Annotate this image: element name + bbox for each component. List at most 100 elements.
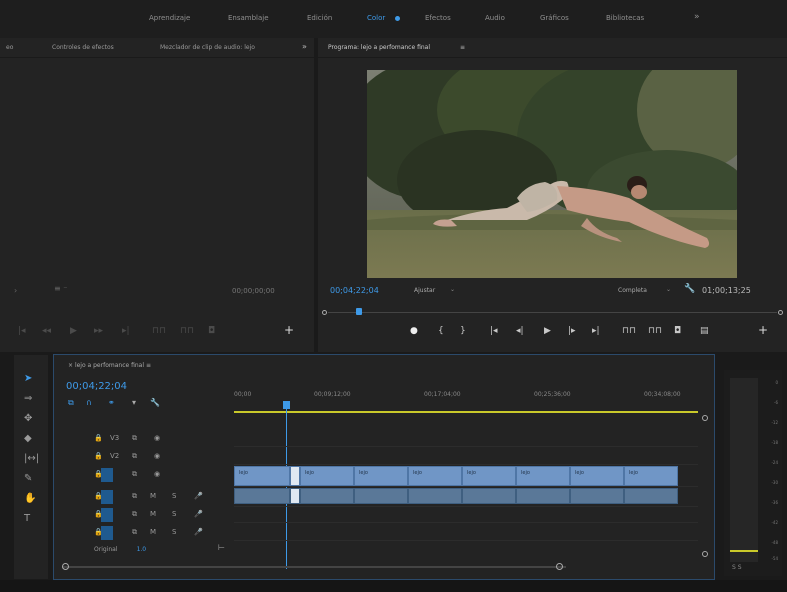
timeline-timecode[interactable]: 00;04;22;04 [66, 381, 127, 392]
source-settings-icon[interactable]: ≡ ⁻ [54, 284, 67, 293]
ripple-edit-tool-icon[interactable]: ✥ [24, 413, 32, 424]
comparison-view-icon[interactable]: ▤ [700, 326, 709, 336]
track-a1-lane[interactable] [234, 487, 698, 507]
audio-clip[interactable] [408, 488, 462, 504]
program-title[interactable]: Programa: lejo a perfomance final [328, 44, 430, 51]
audio-clip-selected[interactable] [290, 488, 300, 504]
workspace-edicion[interactable]: Edición [307, 14, 332, 22]
lift-icon[interactable]: ⊓⊓ [622, 326, 636, 336]
src-step-fwd-icon[interactable]: ▸▸ [94, 326, 103, 336]
track-a2-lane[interactable] [234, 507, 698, 523]
audio-clip[interactable] [624, 488, 678, 504]
audio-clip[interactable] [300, 488, 354, 504]
razor-tool-icon[interactable]: ◆ [24, 433, 32, 444]
src-insert-icon[interactable]: ⊓⊓ [152, 326, 166, 336]
video-clip[interactable]: lejo [462, 466, 516, 486]
step-back-icon[interactable]: ◂| [516, 326, 524, 336]
workspace-efectos[interactable]: Efectos [425, 14, 451, 22]
tab-audio-clip-mixer[interactable]: Mezclador de clip de audio: lejo [160, 44, 255, 51]
hand-tool-icon[interactable]: ✋ [24, 493, 36, 504]
fit-dropdown-chevron-icon[interactable]: ⌄ [450, 286, 455, 293]
track-target-a3[interactable] [101, 526, 113, 540]
go-to-out-icon[interactable]: ▸| [592, 326, 600, 336]
video-clip[interactable]: lejo [624, 466, 678, 486]
workspace-graficos[interactable]: Gráficos [540, 14, 569, 22]
pen-tool-icon[interactable]: ✎ [24, 473, 32, 484]
extract-icon[interactable]: ⊓⊓ [648, 326, 662, 336]
workspace-ensamblaje[interactable]: Ensamblaje [228, 14, 269, 22]
go-to-in-icon[interactable]: |◂ [490, 326, 498, 336]
audio-clip[interactable] [570, 488, 624, 504]
workspace-color[interactable]: Color [367, 14, 385, 22]
tab-stub[interactable]: eo [6, 44, 13, 51]
sync-icon[interactable]: ⧉ [132, 434, 137, 443]
nest-icon[interactable]: ⧉ [68, 398, 74, 408]
workspace-bibliotecas[interactable]: Bibliotecas [606, 14, 644, 22]
zoom-left-handle[interactable] [62, 563, 69, 570]
mark-out-icon[interactable]: } [460, 326, 466, 336]
snap-icon[interactable]: ∩ [86, 398, 92, 407]
add-marker-icon[interactable]: ● [410, 326, 418, 336]
track-a3-lane[interactable] [234, 525, 698, 541]
audio-clip[interactable] [462, 488, 516, 504]
add-button-icon[interactable]: + [758, 323, 768, 337]
mic-icon[interactable]: 🎤 [194, 510, 203, 518]
add-marker-timeline-icon[interactable]: ▾ [132, 398, 136, 407]
play-icon[interactable]: ▶ [544, 326, 551, 336]
video-clip[interactable]: lejo [234, 466, 290, 486]
more-workspaces-icon[interactable]: » [694, 12, 700, 22]
step-forward-icon[interactable]: |▸ [568, 326, 576, 336]
video-clip[interactable]: lejo [408, 466, 462, 486]
video-clip[interactable]: lejo [354, 466, 408, 486]
type-tool-icon[interactable]: T [24, 513, 30, 524]
master-track-icon[interactable]: ⊢ [218, 543, 225, 552]
program-playhead[interactable] [356, 308, 362, 315]
wrench-icon[interactable]: 🔧 [684, 284, 695, 294]
timeline-settings-icon[interactable]: 🔧 [150, 398, 160, 407]
track-v2-lane[interactable] [234, 449, 698, 465]
track-target-a1[interactable] [101, 490, 113, 504]
linked-selection-icon[interactable]: ⚭ [108, 398, 115, 407]
timeline-zoom-scrollbar[interactable] [62, 563, 706, 571]
eye-icon[interactable]: ◉ [154, 470, 160, 478]
src-add-button-icon[interactable]: + [284, 323, 294, 337]
workspace-audio[interactable]: Audio [485, 14, 505, 22]
audio-clip[interactable] [234, 488, 290, 504]
video-clip[interactable]: lejo [570, 466, 624, 486]
export-frame-icon[interactable]: ◘ [674, 326, 681, 336]
src-overwrite-icon[interactable]: ⊓⊓ [180, 326, 194, 336]
mic-icon[interactable]: 🎤 [194, 492, 203, 500]
src-export-frame-icon[interactable]: ◘ [208, 326, 215, 336]
quality-dropdown-chevron-icon[interactable]: ⌄ [666, 286, 671, 293]
program-timecode[interactable]: 00;04;22;04 [330, 286, 379, 295]
track-v3-lane[interactable] [234, 431, 698, 447]
timeline-tab[interactable]: × lejo a perfomance final ≡ [68, 362, 151, 369]
src-play-icon[interactable]: ▶ [70, 326, 77, 336]
time-ruler[interactable]: 00;00 00;09;12;00 00;17;04;00 00;25;36;0… [234, 383, 698, 413]
track-v1-lane[interactable]: lejo lejo lejo lejo lejo lejo lejo lejo [234, 465, 698, 487]
vertical-scroll-handle-bottom[interactable] [702, 551, 708, 557]
panel-overflow-icon[interactable]: » [302, 42, 307, 51]
eye-icon[interactable]: ◉ [154, 452, 160, 460]
video-clip[interactable]: lejo [516, 466, 570, 486]
track-select-tool-icon[interactable]: ⇒ [24, 393, 32, 404]
source-arrow-icon[interactable]: › [14, 286, 17, 295]
src-mark-out-icon[interactable]: ▸| [122, 326, 130, 336]
vertical-scroll-handle[interactable] [702, 415, 708, 421]
audio-clip[interactable] [354, 488, 408, 504]
video-clip-selected[interactable] [290, 466, 300, 486]
tab-effect-controls[interactable]: Controles de efectos [52, 44, 114, 51]
program-scrubber[interactable] [322, 308, 783, 316]
audio-clip[interactable] [516, 488, 570, 504]
lock-icon[interactable]: 🔒 [94, 434, 103, 442]
src-mark-in-icon[interactable]: |◂ [18, 326, 26, 336]
src-step-back-icon[interactable]: ◂◂ [42, 326, 51, 336]
timeline-playhead[interactable] [283, 401, 290, 409]
fit-dropdown[interactable]: Ajustar [414, 287, 435, 294]
zoom-right-handle[interactable] [556, 563, 563, 570]
selection-tool-icon[interactable]: ➤ [24, 373, 32, 384]
work-area-bar[interactable] [234, 411, 698, 413]
program-menu-icon[interactable]: ≡ [460, 44, 465, 51]
quality-dropdown[interactable]: Completa [618, 287, 647, 294]
meter-solo-buttons[interactable]: S S [732, 564, 742, 571]
